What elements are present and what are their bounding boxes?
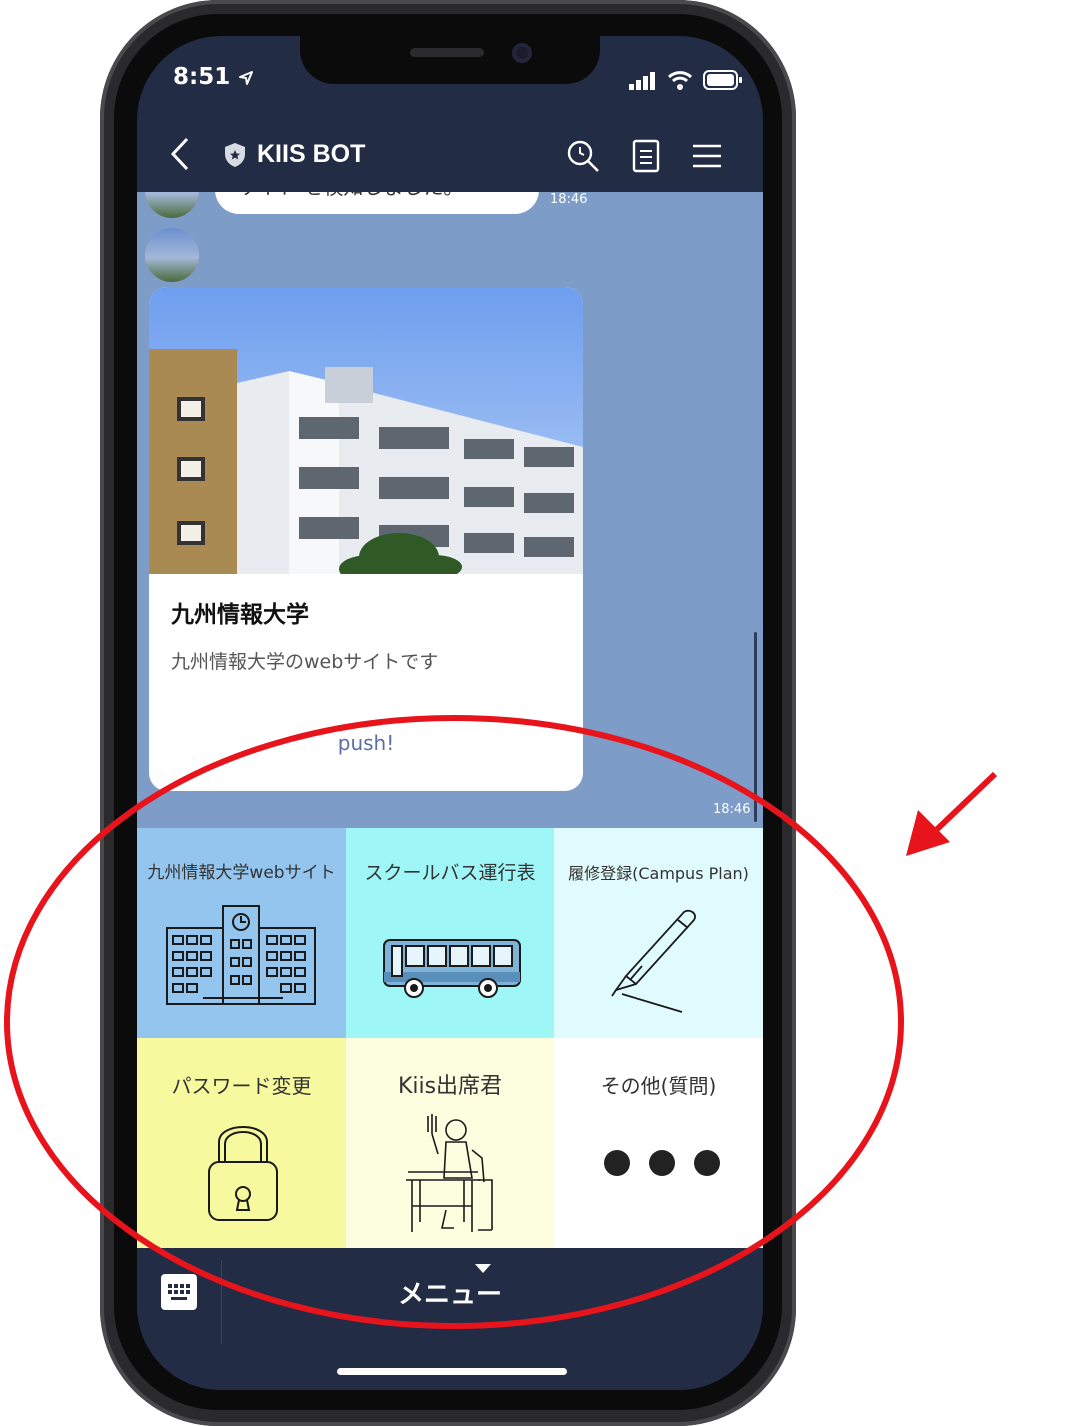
speaker (410, 48, 484, 57)
menu-item-label: パスワード変更 (171, 1074, 312, 1098)
menu-item-label: 履修登録(Campus Plan) (568, 864, 749, 883)
wifi-icon (667, 71, 693, 90)
card-title: 九州情報大学 (171, 602, 309, 628)
rich-menu: 九州情報大学webサイト スクールバス運行表 履修登録(Campus Plan)… (137, 828, 763, 1248)
menu-item-label: Kiis出席君 (397, 1074, 503, 1099)
bot-avatar[interactable] (145, 228, 199, 282)
hamburger-menu-icon[interactable] (691, 138, 723, 174)
chat-area[interactable]: サイト を検知しました。 18:46 (137, 192, 763, 828)
chat-header: KIIS BOT (137, 120, 763, 192)
padlock-icon (208, 1126, 278, 1221)
phone-screen: 8:51 KIIS BOT サイト を検知しました。 18:46 (137, 36, 763, 1390)
status-icons (629, 70, 743, 90)
shield-icon (225, 142, 245, 167)
home-indicator[interactable] (337, 1368, 567, 1375)
caret-down-icon[interactable] (475, 1264, 491, 1273)
menu-item-label: 九州情報大学webサイト (147, 863, 336, 883)
bottom-bar: メニュー (137, 1248, 763, 1390)
school-building-icon (166, 905, 316, 1005)
menu-item-bus-schedule[interactable]: スクールバス運行表 (346, 828, 554, 1038)
menu-item-password-change[interactable]: パスワード変更 (137, 1038, 346, 1248)
chevron-left-icon (170, 137, 189, 171)
card-push-link[interactable]: push! (149, 731, 583, 755)
bus-icon (383, 939, 521, 998)
search-icon[interactable] (565, 138, 601, 174)
menu-item-website[interactable]: 九州情報大学webサイト (137, 828, 346, 1038)
menu-item-course-registration[interactable]: 履修登録(Campus Plan) (554, 828, 763, 1038)
message-timestamp: 18:46 (550, 192, 588, 207)
menu-item-label: スクールバス運行表 (364, 862, 536, 884)
location-arrow-icon (239, 70, 254, 85)
notes-icon[interactable] (631, 138, 661, 174)
notch (300, 36, 600, 84)
battery-icon (703, 70, 742, 90)
card-timestamp: 18:46 (713, 802, 751, 817)
university-building-image (149, 287, 583, 574)
student-desk-icon (406, 1114, 493, 1232)
menu-item-attendance[interactable]: Kiis出席君 (346, 1038, 554, 1248)
chat-title: KIIS BOT (223, 140, 365, 169)
menu-item-label: その他(質問) (600, 1074, 717, 1098)
menu-toggle-button[interactable]: メニュー (137, 1274, 763, 1311)
annotation-arrow (906, 771, 998, 856)
link-card[interactable]: 九州情報大学 九州情報大学のwebサイトです push! (149, 287, 583, 791)
header-actions (565, 138, 723, 174)
bot-avatar[interactable] (145, 192, 199, 218)
back-button[interactable] (169, 136, 191, 181)
message-bubble[interactable]: サイト を検知しました。 (215, 192, 539, 214)
menu-item-others[interactable]: その他(質問) (554, 1038, 763, 1248)
pencil-icon (611, 909, 696, 1013)
signal-icon (629, 72, 655, 90)
chat-title-text: KIIS BOT (257, 140, 366, 168)
chat-scrollbar[interactable] (754, 632, 757, 822)
status-time: 8:51 (173, 64, 254, 90)
card-description: 九州情報大学のwebサイトです (171, 651, 439, 673)
front-camera (512, 43, 532, 63)
more-dots-icon (604, 1150, 720, 1176)
